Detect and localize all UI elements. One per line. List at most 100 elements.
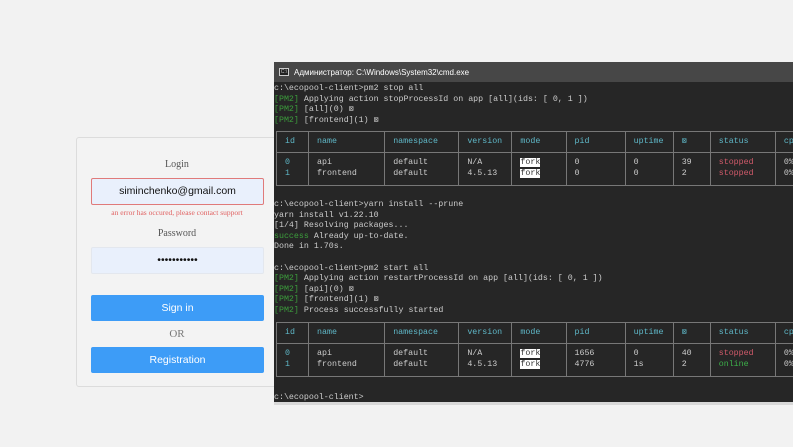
cell-id: 01 — [275, 152, 310, 186]
restarts-value: 39 — [681, 158, 692, 167]
column-header: cpu — [774, 322, 793, 344]
mode-value: fork — [520, 158, 541, 167]
column-header: id — [275, 131, 310, 153]
cell-restarts: 39 2 — [672, 152, 711, 186]
line-text: Already up-to-date. — [308, 231, 409, 241]
cell-mode: fork fork — [511, 152, 567, 186]
column-header: pid — [565, 131, 626, 153]
terminal-line: [PM2] Applying action restartProcessId o… — [274, 274, 603, 285]
mode-value: fork — [520, 359, 541, 369]
column-header: ⊠ — [672, 131, 711, 153]
column-header: ⊠ — [672, 322, 711, 344]
terminal-line: [PM2] Applying action stopProcessId on a… — [274, 95, 588, 106]
pm2-tag: [PM2] — [274, 284, 299, 294]
mode-value: fork — [520, 349, 541, 358]
cell-id: 01 — [275, 343, 310, 377]
terminal-line: [PM2] [api](0) ⊠ — [274, 285, 354, 296]
pm2-table-stop: id name namespace version mode pid uptime ⊠ stat… — [275, 131, 793, 186]
column-header: cpu — [774, 131, 793, 153]
pid-value: 1656 — [574, 349, 595, 358]
column-header: namespace — [384, 322, 460, 344]
cell-restarts: 40 2 — [672, 343, 711, 377]
cell-name: api frontend — [308, 343, 386, 377]
uptime-value: 0 — [633, 158, 639, 167]
id-value: 1 — [285, 168, 290, 178]
column-header: mode — [511, 131, 567, 153]
cell-status: stopped online — [709, 343, 776, 377]
column-header: name — [308, 131, 386, 153]
uptime-value: 1s — [633, 359, 644, 369]
namespace-value: default — [393, 349, 429, 358]
password-input[interactable]: ••••••••••• — [91, 247, 264, 274]
line-text: Applying action restartProcessId on app … — [298, 274, 603, 284]
column-header: status — [709, 131, 776, 153]
line-text: [1/4] Resolving packages... — [274, 221, 409, 231]
cpu-value: 0% — [783, 158, 793, 167]
title-bar[interactable]: C:\ Администратор: C:\Windows\System32\c… — [274, 62, 793, 82]
prompt-text: c:\ecopool-client> — [274, 393, 364, 402]
cell-version: N/A 4.5.13 — [458, 343, 513, 377]
line-text: [api](0) ⊠ — [298, 284, 354, 294]
table-row: 0 1 api frontend default default N/A 4.5.13 fork… — [275, 152, 793, 186]
pm2-tag: [PM2] — [274, 105, 299, 115]
name-value: api — [317, 349, 332, 358]
line-text: Done in 1.70s. — [274, 242, 344, 252]
pm2-tag: [PM2] — [274, 115, 299, 125]
pid-value: 4776 — [574, 359, 595, 369]
cell-namespace: default default — [384, 152, 460, 186]
table-row: 0 1 api frontend default default N/A 4.5.13 fork… — [275, 343, 793, 377]
pm2-tag: success — [274, 231, 309, 241]
namespace-value: default — [393, 359, 429, 369]
cpu-value: 0% — [783, 349, 793, 358]
pm2-tag: [PM2] — [274, 94, 299, 104]
cell-status: stopped stopped — [709, 152, 776, 186]
cmd-window[interactable]: C:\ Администратор: C:\Windows\System32\c… — [274, 62, 793, 405]
terminal-line: [PM2] [frontend](1) ⊠ — [274, 295, 379, 306]
column-header: name — [308, 322, 386, 344]
sign-in-button[interactable]: Sign in — [91, 295, 264, 321]
terminal-line: [PM2] [all](0) ⊠ — [274, 105, 354, 116]
cpu-value: 0% — [783, 168, 793, 178]
cmd-icon: C:\ — [279, 68, 289, 76]
terminal-line: [1/4] Resolving packages... — [274, 221, 408, 232]
or-separator: OR — [169, 328, 185, 340]
line-text: Process successfully started — [298, 306, 444, 315]
cell-pid: 1656 4776 — [565, 343, 626, 377]
version-value: 4.5.13 — [467, 168, 498, 178]
line-text: c:\ecopool-client>pm2 stop all — [274, 84, 424, 93]
line-text: [frontend](1) ⊠ — [298, 115, 379, 125]
window-title: Администратор: C:\Windows\System32\cmd.e… — [294, 67, 470, 77]
column-header: status — [709, 322, 776, 344]
pm2-tag: [PM2] — [274, 295, 299, 305]
pid-value: 0 — [574, 168, 580, 178]
id-value: 0 — [285, 158, 290, 167]
cell-mode: fork fork — [511, 343, 567, 377]
window-bottom-edge — [274, 402, 793, 405]
terminal-line: [PM2] Process successfully started — [274, 306, 443, 317]
line-text: [all](0) ⊠ — [298, 105, 354, 115]
version-value: N/A — [467, 158, 483, 167]
terminal-line: yarn install v1.22.10 — [274, 211, 379, 222]
column-header: namespace — [384, 131, 460, 153]
column-header: id — [275, 322, 310, 344]
version-value: N/A — [467, 349, 483, 358]
status-value: online — [718, 359, 749, 369]
terminal-output: c:\ecopool-client> c:\ecopool-client>pm2… — [274, 82, 793, 405]
column-header: pid — [565, 322, 626, 344]
namespace-value: default — [393, 158, 429, 167]
line-text: Applying action stopProcessId on app [al… — [298, 94, 588, 104]
pm2-table-start: id name namespace version mode pid uptime ⊠ stat… — [275, 322, 793, 377]
line-text: [frontend](1) ⊠ — [298, 295, 379, 305]
version-value: 4.5.13 — [467, 359, 498, 369]
restarts-value: 2 — [681, 359, 687, 369]
id-value: 1 — [285, 359, 290, 369]
cell-cpu: 0% 0% — [774, 343, 793, 377]
registration-button[interactable]: Registration — [91, 347, 264, 373]
login-input[interactable]: siminchenko@gmail.com — [91, 178, 264, 205]
status-value: stopped — [718, 349, 754, 358]
column-header: uptime — [624, 131, 674, 153]
cell-version: N/A 4.5.13 — [458, 152, 513, 186]
terminal-line: c:\ecopool-client>pm2 start all — [274, 264, 428, 275]
password-label: Password — [157, 228, 197, 239]
cell-cpu: 0% 0% — [774, 152, 793, 186]
